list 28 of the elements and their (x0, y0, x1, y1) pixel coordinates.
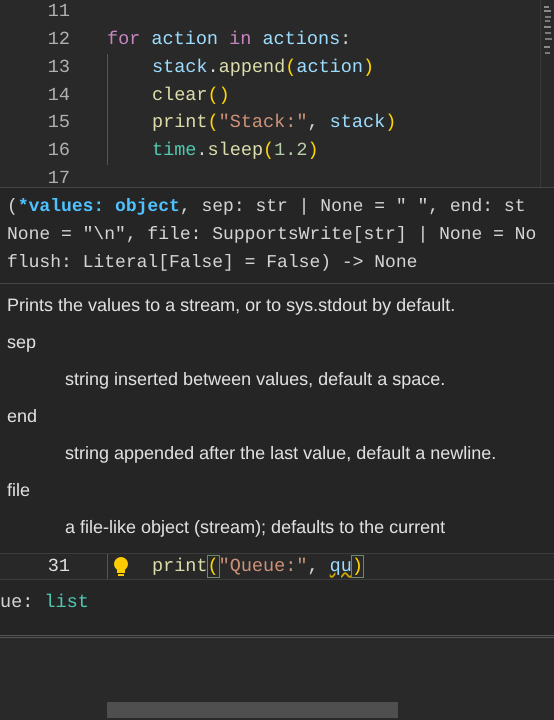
line-number: 17 (46, 166, 70, 187)
param-description: string appended after the last value, default a newline. (64, 442, 498, 465)
line-number: 12 (46, 28, 70, 52)
code-text: for action in actions: (107, 28, 352, 52)
line-number: 13 (46, 56, 70, 80)
param-description: string inserted between values, default a space. (64, 368, 446, 391)
code-text: time.sleep(1.2) (152, 138, 319, 163)
signature-line: (*values: object, sep: str | None = " ", end: st (7, 196, 526, 219)
param-name: end (6, 405, 38, 428)
signature-line: flush: Literal[False] = False) -> None (7, 252, 418, 275)
lightbulb-icon[interactable] (112, 556, 130, 578)
line-number: 31 (46, 554, 70, 579)
code-text: clear() (152, 84, 230, 108)
param-name: file (6, 479, 32, 502)
param-description: a file-like object (stream); defaults to the current (64, 516, 446, 539)
doc-summary: Prints the values to a stream, or to sys.stdout by default. (6, 294, 456, 317)
line-number: 15 (46, 111, 70, 136)
horizontal-scrollbar-thumb[interactable] (107, 702, 398, 718)
line-number: 14 (46, 84, 70, 108)
signature-line: None = "\n", file: SupportsWrite[str] | None = No (7, 224, 538, 247)
code-text: stack.append(action) (152, 56, 374, 80)
line-number: 11 (46, 0, 70, 24)
minimap-drawing[interactable] (544, 6, 552, 56)
code-text: print("Queue:", qu) (152, 554, 363, 579)
line-number: 16 (46, 138, 70, 163)
param-name: sep (6, 331, 38, 354)
code-text: print("Stack:", stack) (152, 111, 396, 136)
type-text: ue: list (0, 591, 89, 615)
